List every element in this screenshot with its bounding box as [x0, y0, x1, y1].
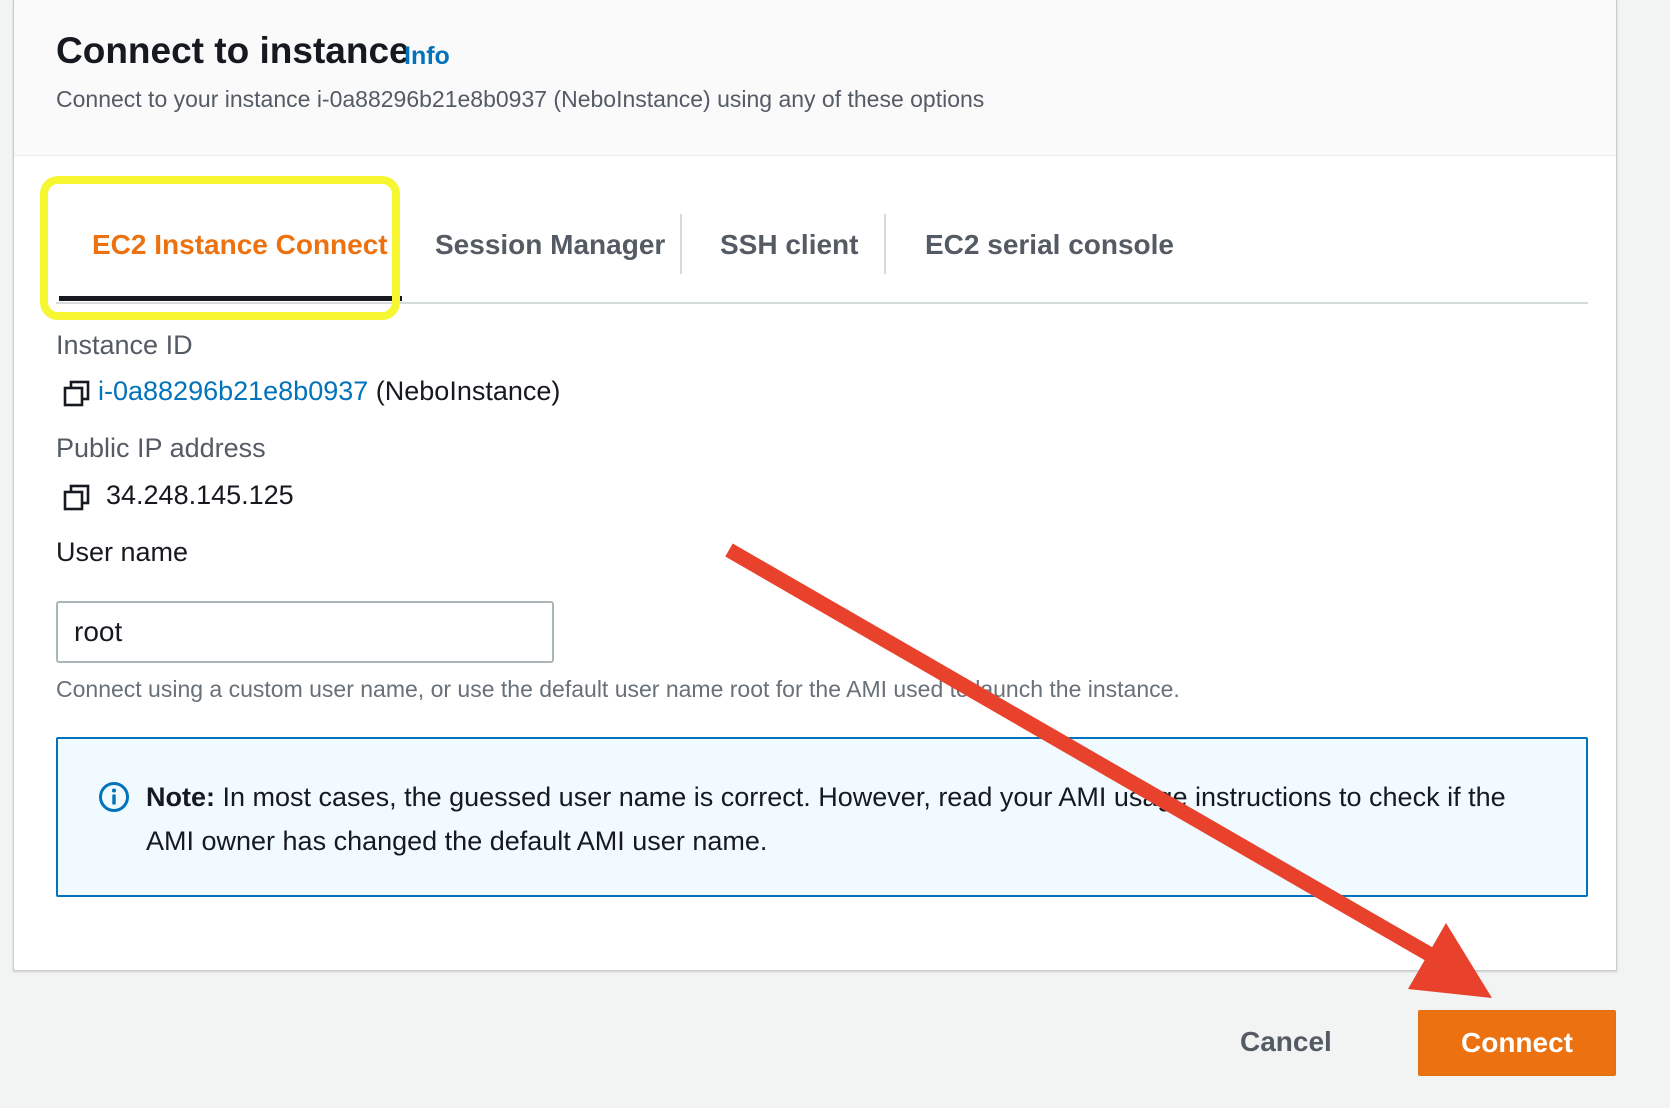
note-body: In most cases, the guessed user name is … [146, 782, 1506, 856]
public-ip-value: 34.248.145.125 [106, 480, 294, 510]
user-name-hint: Connect using a custom user name, or use… [56, 676, 1180, 702]
user-name-label: User name [56, 537, 189, 567]
tab-divider [680, 214, 682, 274]
note-label: Note: [146, 782, 215, 812]
instance-id-link[interactable]: i-0a88296b21e8b0937 [98, 376, 368, 406]
user-name-input[interactable] [56, 601, 554, 663]
info-circle-icon [99, 782, 129, 812]
tab-ssh-client[interactable]: SSH client [720, 200, 858, 302]
instance-id-label: Instance ID [56, 330, 193, 360]
connect-button[interactable]: Connect [1418, 1010, 1616, 1076]
instance-name: (NeboInstance) [375, 376, 561, 406]
page-title: Connect to instance [56, 30, 410, 71]
page-subtitle: Connect to your instance i-0a88296b21e8b… [56, 86, 985, 112]
cancel-button[interactable]: Cancel [1240, 1010, 1332, 1074]
tab-session-manager[interactable]: Session Manager [435, 200, 665, 302]
tab-divider [884, 214, 886, 274]
tab-ec2-instance-connect[interactable]: EC2 Instance Connect [92, 200, 388, 302]
connect-dialog: Connect to instance Info Connect to your… [13, 0, 1617, 971]
active-tab-indicator [59, 296, 402, 301]
copy-icon[interactable] [62, 379, 92, 409]
tab-divider [394, 214, 396, 274]
note-alert: Note: In most cases, the guessed user na… [56, 737, 1588, 897]
copy-icon[interactable] [62, 483, 92, 513]
connection-tabs: EC2 Instance Connect Session Manager SSH… [56, 200, 1588, 304]
public-ip-label: Public IP address [56, 433, 266, 463]
instance-id-value: i-0a88296b21e8b0937 (NeboInstance) [98, 376, 560, 407]
tab-ec2-serial-console[interactable]: EC2 serial console [925, 200, 1174, 302]
note-text: Note: In most cases, the guessed user na… [146, 775, 1536, 863]
dialog-header: Connect to instance Info Connect to your… [14, 0, 1616, 156]
info-link[interactable]: Info [404, 42, 450, 71]
